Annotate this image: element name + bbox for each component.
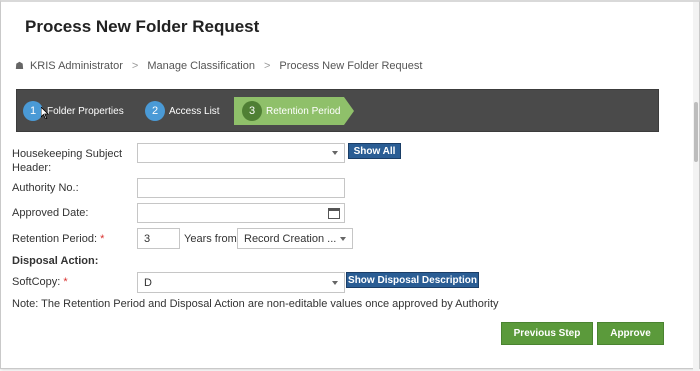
softcopy-value: D — [144, 276, 152, 289]
chevron-down-icon — [340, 236, 346, 241]
wizard-steps: 1 Folder Properties 2 Access List 3 Rete… — [16, 89, 659, 132]
step-number: 2 — [145, 101, 165, 121]
show-all-button[interactable]: Show All — [348, 143, 401, 159]
approved-date-field[interactable] — [137, 203, 345, 223]
required-marker: * — [100, 233, 105, 245]
breadcrumb-item-kris-administrator[interactable]: KRIS Administrator — [30, 60, 123, 72]
calendar-icon[interactable] — [328, 208, 340, 219]
disposal-action-heading: Disposal Action: — [12, 255, 99, 267]
previous-step-button[interactable]: Previous Step — [501, 322, 593, 345]
housekeeping-select[interactable] — [137, 143, 345, 163]
wizard-step-folder-properties[interactable]: 1 Folder Properties — [23, 97, 124, 125]
breadcrumb-separator: > — [131, 60, 139, 72]
note-text: Note: The Retention Period and Disposal … — [12, 298, 499, 310]
breadcrumb-item-manage-classification[interactable]: Manage Classification — [147, 60, 255, 72]
step-label: Folder Properties — [47, 105, 124, 117]
breadcrumb: ☗ KRIS Administrator > Manage Classifica… — [15, 60, 422, 72]
step-label: Access List — [169, 105, 220, 117]
step-label: Retention Period — [266, 105, 341, 117]
mouse-cursor-icon — [41, 107, 49, 119]
softcopy-label: SoftCopy: * — [12, 276, 68, 288]
approved-date-label: Approved Date: — [12, 207, 89, 219]
chevron-down-icon — [332, 151, 338, 155]
breadcrumb-item-process-new-folder-request: Process New Folder Request — [279, 60, 423, 72]
retention-value: 3 — [144, 232, 151, 245]
step-number: 1 — [23, 101, 43, 121]
scrollbar-thumb[interactable] — [694, 102, 698, 162]
page-title: Process New Folder Request — [25, 17, 260, 36]
required-marker: * — [63, 276, 68, 288]
approve-button[interactable]: Approve — [597, 322, 664, 345]
chevron-down-icon — [332, 280, 338, 285]
wizard-step-retention-period[interactable]: 3 Retention Period — [234, 97, 354, 125]
years-from-select[interactable]: Record Creation ... — [237, 228, 353, 249]
home-icon: ☗ — [15, 60, 24, 72]
scrollbar[interactable] — [693, 2, 699, 371]
authority-label: Authority No.: — [12, 182, 79, 194]
step-number: 3 — [242, 101, 262, 121]
softcopy-select[interactable]: D — [137, 272, 345, 293]
authority-field[interactable] — [137, 178, 345, 198]
years-from-value: Record Creation ... — [244, 232, 337, 245]
show-disposal-description-button[interactable]: Show Disposal Description — [346, 272, 479, 288]
retention-period-input[interactable]: 3 — [137, 228, 180, 249]
dialog-window: Process New Folder Request ☗ KRIS Admini… — [0, 0, 700, 371]
retention-label: Retention Period: * — [12, 233, 105, 245]
years-from-label: Years from — [184, 233, 237, 245]
housekeeping-label: Housekeeping Subject Header: — [12, 148, 123, 174]
breadcrumb-separator: > — [263, 60, 271, 72]
wizard-step-access-list[interactable]: 2 Access List — [145, 97, 220, 125]
